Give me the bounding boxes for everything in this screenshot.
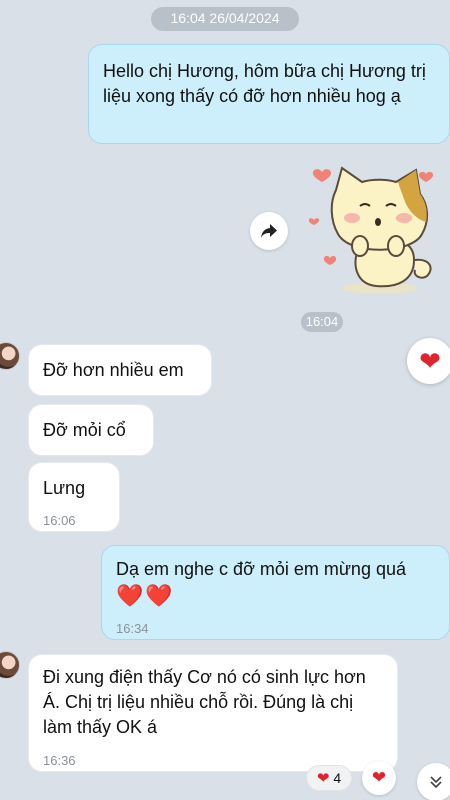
message-text: Hello chị Hương, hôm bữa chị Hương trị l… — [103, 61, 426, 106]
reaction-count-badge[interactable]: ❤ 4 — [306, 765, 352, 791]
heart-icon: ❤ — [371, 768, 387, 787]
share-arrow-icon — [261, 224, 277, 238]
message-time: 16:06 — [43, 513, 76, 528]
message-text: Đỡ mỏi cổ — [43, 420, 126, 440]
reaction-count: 4 — [333, 770, 342, 786]
avatar[interactable] — [0, 342, 20, 370]
message-text: Đi xung điện thấy Cơ nó có sinh lực hơn … — [43, 667, 366, 737]
heart-reaction-button[interactable]: ❤ — [407, 338, 450, 384]
heart-icon: ❤ — [316, 770, 330, 787]
message-time: 16:34 — [116, 621, 149, 636]
date-separator: 16:04 26/04/2024 — [151, 7, 299, 31]
heart-reaction-button[interactable]: ❤ — [362, 761, 396, 795]
time-separator: 16:04 — [301, 312, 343, 332]
message-text: Dạ em nghe c đỡ mỏi em mừng quá — [116, 559, 406, 579]
incoming-message[interactable]: Đi xung điện thấy Cơ nó có sinh lực hơn … — [28, 654, 398, 772]
incoming-message[interactable]: Đỡ mỏi cổ — [28, 404, 154, 456]
incoming-message[interactable]: Lưng 16:06 — [28, 462, 120, 532]
incoming-message[interactable]: Đỡ hơn nhiều em — [28, 344, 212, 396]
outgoing-message[interactable]: Dạ em nghe c đỡ mỏi em mừng quá ❤️❤️ 16:… — [101, 545, 450, 640]
message-text: Lưng — [43, 478, 86, 498]
avatar[interactable] — [0, 651, 20, 679]
chevron-double-down-icon — [430, 776, 442, 789]
share-button[interactable] — [250, 212, 288, 250]
heart-emoji: ❤️❤️ — [116, 583, 175, 608]
cat-sticker[interactable] — [300, 150, 450, 300]
message-text: Đỡ hơn nhiều em — [43, 360, 184, 380]
scroll-down-button[interactable] — [417, 763, 450, 800]
outgoing-message[interactable]: Hello chị Hương, hôm bữa chị Hương trị l… — [88, 44, 450, 144]
heart-icon: ❤ — [419, 345, 441, 376]
